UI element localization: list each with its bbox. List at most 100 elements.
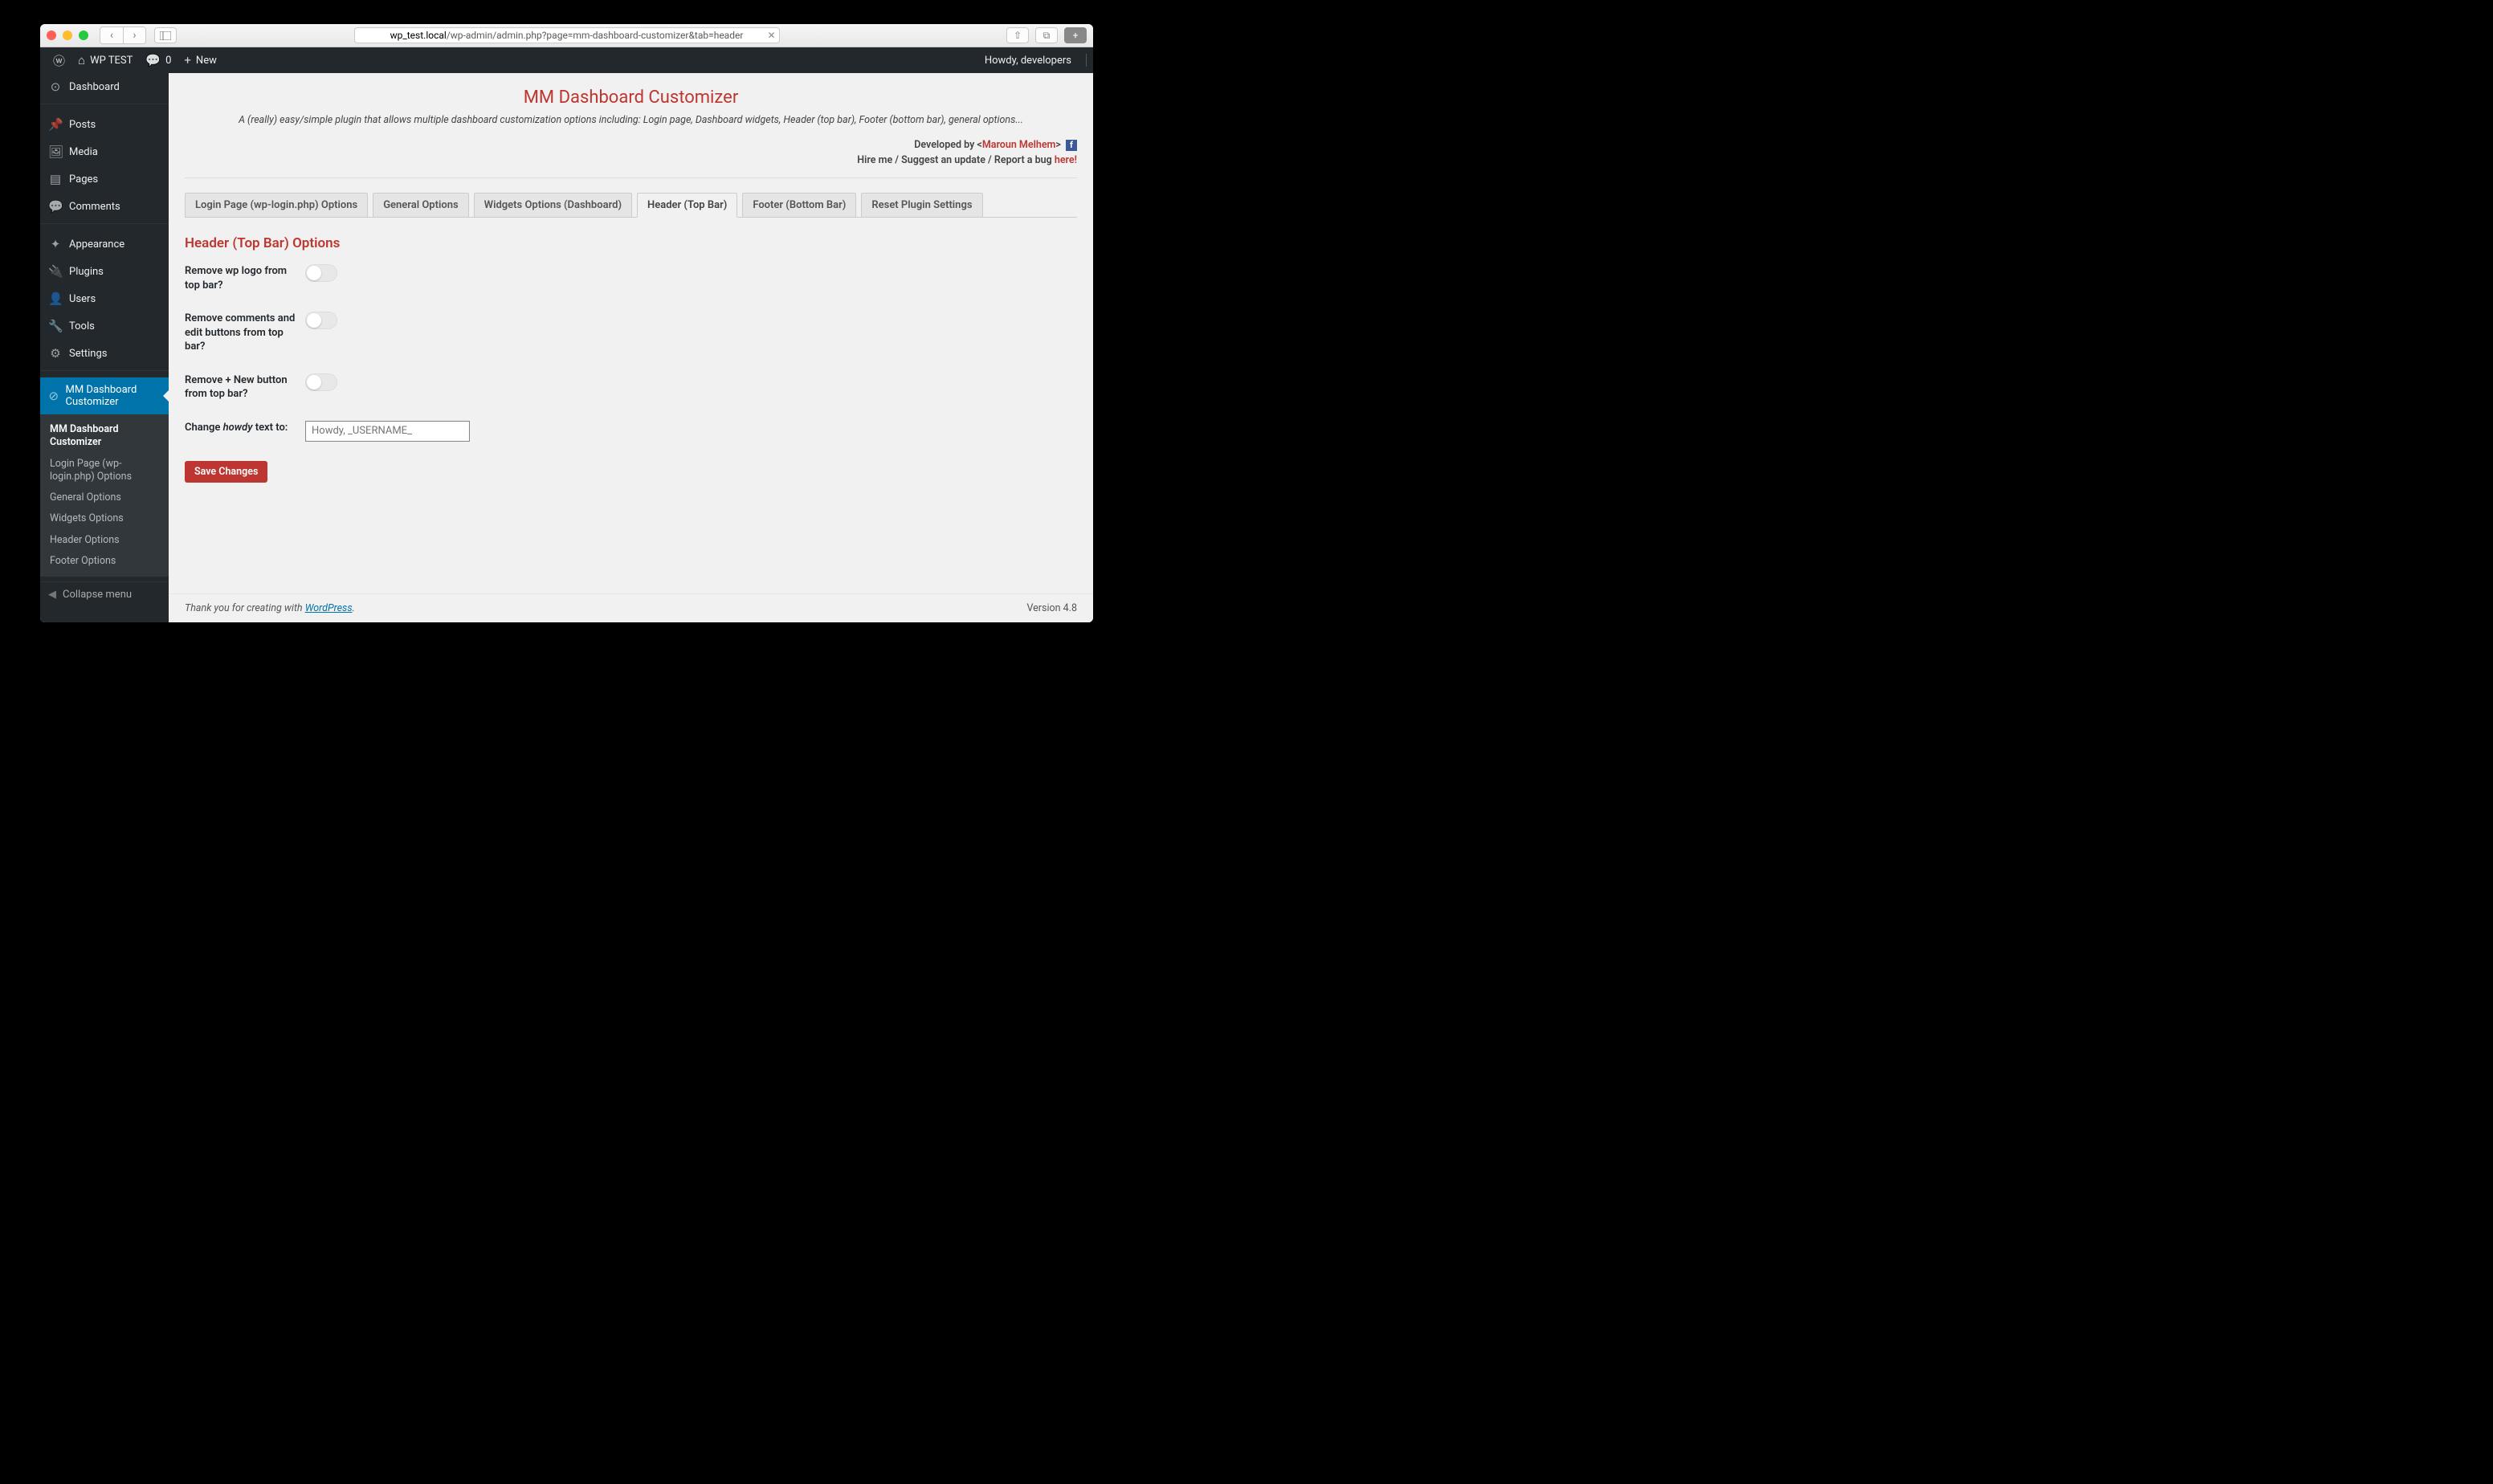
toggle-knob (307, 375, 321, 389)
share-button[interactable]: ⇧ (1006, 27, 1029, 43)
divider (185, 177, 1077, 178)
stop-reload-icon[interactable]: ✕ (767, 30, 775, 41)
wordpress-link[interactable]: WordPress (305, 602, 353, 614)
save-button[interactable]: Save Changes (185, 461, 267, 483)
sidebar-item-label: Media (69, 146, 98, 158)
window-zoom-button[interactable] (79, 31, 88, 40)
howdy-text: Howdy, developers (985, 55, 1071, 67)
sidebar-item-label: Plugins (69, 266, 104, 278)
forward-button[interactable]: › (123, 27, 145, 43)
sidebar-item-pages[interactable]: ▤Pages (40, 165, 169, 193)
sidebar-item-dashboard[interactable]: ⊙ Dashboard (40, 73, 169, 100)
sidebar-icon (160, 31, 171, 40)
submenu-item-login[interactable]: Login Page (wp-login.php) Options (40, 454, 169, 488)
submenu-item-general[interactable]: General Options (40, 487, 169, 508)
wordpress-icon: ⓦ (53, 52, 65, 69)
sidebar-item-appearance[interactable]: ✦Appearance (40, 230, 169, 258)
sidebar-item-comments[interactable]: 💬 Comments (40, 193, 169, 220)
toggle-knob (307, 313, 321, 328)
tab-reset[interactable]: Reset Plugin Settings (861, 193, 982, 217)
hire-pre: Hire me / Suggest an update / Report a b… (857, 154, 1055, 166)
sidebar-item-label: Settings (69, 348, 107, 360)
option-remove-wp-logo: Remove wp logo from top bar? (185, 264, 1077, 292)
window-close-button[interactable] (47, 31, 56, 40)
dashboard-icon: ⊙ (48, 80, 63, 94)
option-label: Remove wp logo from top bar? (185, 264, 305, 292)
toggle-remove-wp-logo[interactable] (305, 264, 337, 282)
sidebar-item-posts[interactable]: 📌Posts (40, 111, 169, 138)
facebook-icon[interactable]: f (1066, 140, 1077, 151)
content-area: MM Dashboard Customizer A (really) easy/… (169, 73, 1093, 622)
wp-adminbar: ⓦ ⌂WP TEST 💬0 +New Howdy, developers (40, 47, 1093, 73)
url-path: /wp-admin/admin.php?page=mm-dashboard-cu… (447, 30, 744, 41)
new-label: New (196, 55, 217, 67)
submenu-item-widgets[interactable]: Widgets Options (40, 508, 169, 529)
admin-sidebar: ⊙ Dashboard 📌Posts 🖼 Media ▤Pages 💬 Comment… (40, 73, 169, 622)
footer-thanks: Thank you for creating with WordPress. (185, 602, 355, 614)
url-bar[interactable]: wp_test.local/wp-admin/admin.php?page=mm… (354, 27, 780, 43)
plus-icon: + (184, 53, 191, 67)
toggle-remove-new-button[interactable] (305, 373, 337, 391)
new-content-menu[interactable]: + New (177, 47, 222, 73)
back-button[interactable]: ‹ (100, 27, 123, 43)
new-tab-button[interactable]: + (1064, 27, 1087, 43)
tabs-button[interactable]: ⧉ (1035, 27, 1058, 43)
browser-window: ‹ › wp_test.local/wp-admin/admin.php?pag… (40, 24, 1093, 622)
my-account-menu[interactable]: Howdy, developers (978, 47, 1078, 73)
url-host: wp_test.local (390, 30, 447, 41)
admin-footer: Thank you for creating with WordPress. V… (169, 593, 1093, 622)
sidebar-item-tools[interactable]: 🔧 Tools (40, 312, 169, 340)
site-name-menu[interactable]: ⌂WP TEST (71, 47, 139, 73)
sidebar-item-plugins[interactable]: 🔌 Plugins (40, 258, 169, 285)
collapse-icon: ◀ (48, 589, 56, 601)
hire-link[interactable]: here! (1055, 154, 1077, 166)
tab-footer[interactable]: Footer (Bottom Bar) (742, 193, 856, 217)
traffic-lights (47, 31, 88, 40)
toolbar-right: ⇧ ⧉ + (1006, 27, 1087, 43)
nav-buttons: ‹ › (100, 26, 146, 44)
submenu-item-footer[interactable]: Footer Options (40, 551, 169, 572)
developer-link[interactable]: Maroun Melhem (982, 139, 1056, 151)
howdy-text-input[interactable] (305, 421, 470, 442)
option-remove-new-button: Remove + New button from top bar? (185, 373, 1077, 402)
sidebar-item-mm-dashboard[interactable]: ⊘MM Dashboard Customizer (40, 377, 169, 414)
collapse-menu-button[interactable]: ◀Collapse menu (40, 581, 169, 607)
developed-by-line: Developed by <Maroun Melhem> f (185, 137, 1077, 153)
option-label: Remove + New button from top bar? (185, 373, 305, 402)
home-icon: ⌂ (78, 53, 85, 67)
plugin-icon: 🔌 (48, 264, 63, 279)
hire-line: Hire me / Suggest an update / Report a b… (185, 153, 1077, 168)
developed-by-pre: Developed by < (914, 139, 982, 151)
window-minimize-button[interactable] (63, 31, 72, 40)
sidebar-item-users[interactable]: 👤Users (40, 285, 169, 312)
tab-login-page[interactable]: Login Page (wp-login.php) Options (185, 193, 368, 217)
comments-count: 0 (165, 55, 171, 67)
wrench-icon: 🔧 (48, 319, 63, 333)
adminbar-separator (1086, 54, 1087, 67)
sidebar-item-label: Comments (69, 201, 120, 213)
toggle-remove-comments-edit[interactable] (305, 312, 337, 329)
sidebar-toggle-button[interactable] (154, 27, 177, 43)
toggle-knob (307, 266, 321, 280)
sidebar-item-label: Dashboard (69, 81, 120, 93)
sidebar-item-settings[interactable]: ⚙Settings (40, 340, 169, 367)
comment-icon: 💬 (48, 199, 63, 214)
media-icon: 🖼 (48, 145, 63, 159)
tab-widgets[interactable]: Widgets Options (Dashboard) (474, 193, 632, 217)
option-remove-comments-edit: Remove comments and edit buttons from to… (185, 312, 1077, 354)
tab-general[interactable]: General Options (373, 193, 468, 217)
option-label: Change howdy text to: (185, 421, 305, 435)
sidebar-item-label: MM Dashboard Customizer (65, 384, 161, 408)
option-label: Remove comments and edit buttons from to… (185, 312, 305, 354)
brush-icon: ✦ (48, 237, 63, 251)
sidebar-item-label: Users (69, 293, 96, 305)
tab-header[interactable]: Header (Top Bar) (637, 193, 737, 218)
sidebar-item-media[interactable]: 🖼 Media (40, 138, 169, 165)
submenu-item-header[interactable]: Header Options (40, 530, 169, 551)
wp-logo-menu[interactable]: ⓦ (47, 47, 71, 73)
sidebar-item-label: Tools (69, 320, 95, 332)
comment-icon: 💬 (145, 53, 161, 67)
comments-menu[interactable]: 💬0 (139, 47, 177, 73)
pin-icon: 📌 (48, 117, 63, 132)
submenu-item-main[interactable]: MM Dashboard Customizer (40, 419, 169, 454)
